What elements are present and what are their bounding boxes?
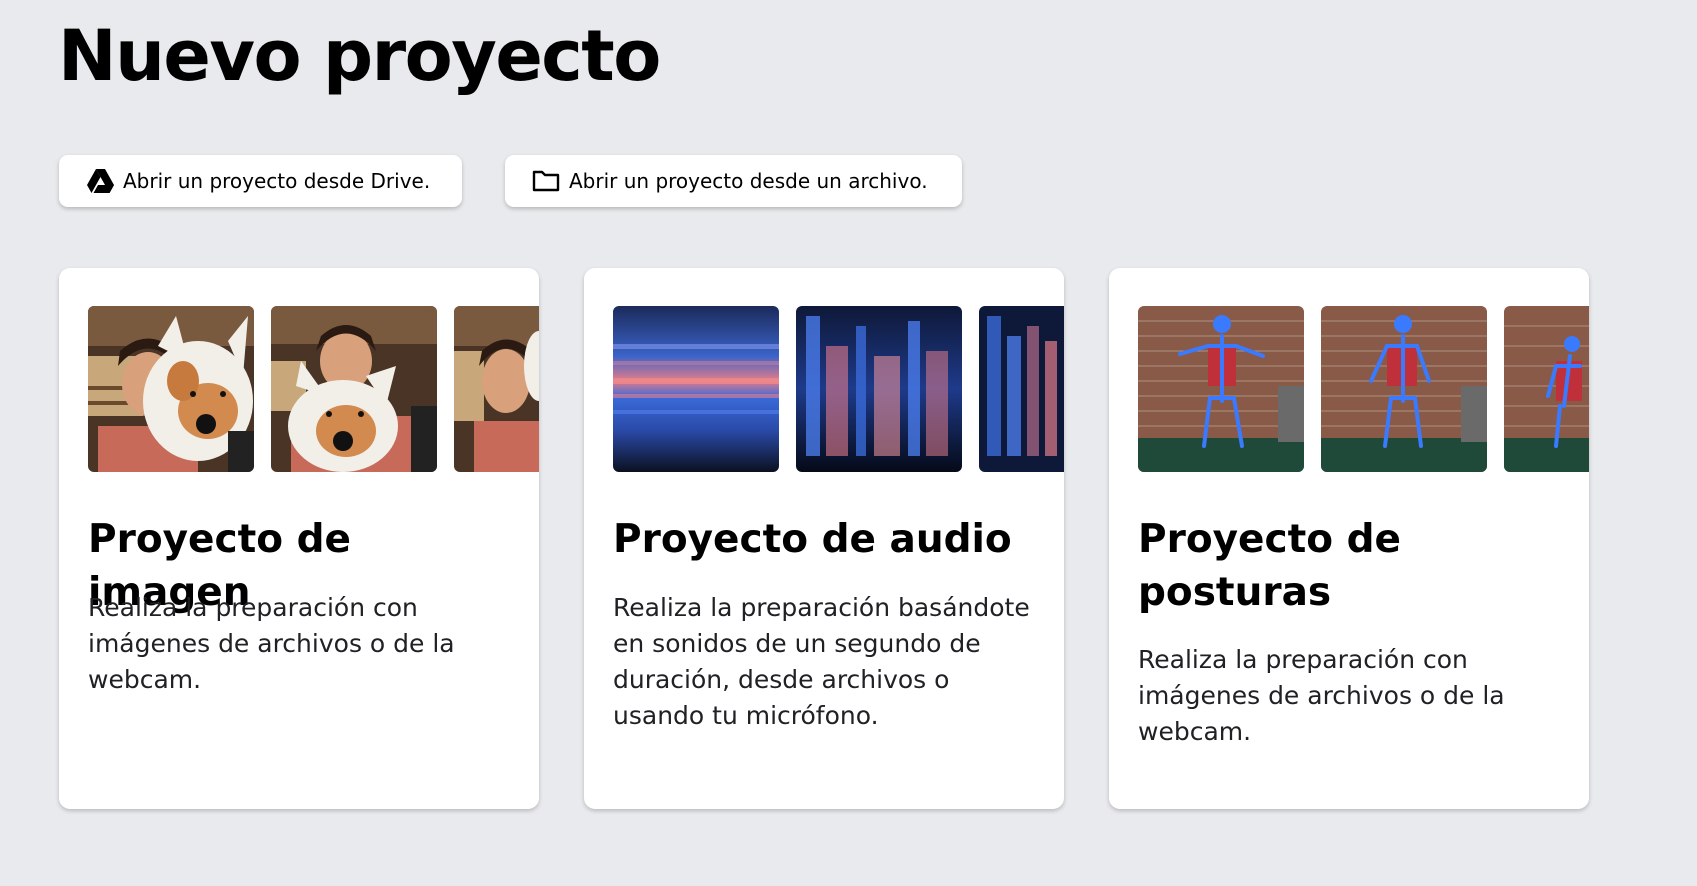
webcam-photo-thumbnail xyxy=(88,306,254,472)
spectrogram-thumbnail xyxy=(796,306,962,472)
pose-photo-thumbnail xyxy=(1504,306,1589,472)
open-from-drive-label: Abrir un proyecto desde Drive. xyxy=(123,169,431,193)
folder-icon xyxy=(532,168,560,194)
pose-photo-thumbnail xyxy=(1321,306,1487,472)
project-description: Realiza la preparación basándote en soni… xyxy=(613,593,1030,730)
project-description: Realiza la preparación con imágenes de a… xyxy=(1138,645,1505,746)
webcam-photo-thumbnail xyxy=(454,306,539,472)
image-project-card[interactable]: Proyecto de imagen Realiza la preparació… xyxy=(59,268,539,809)
open-from-file-label: Abrir un proyecto desde un archivo. xyxy=(569,169,928,193)
open-from-drive-button[interactable]: Abrir un proyecto desde Drive. xyxy=(59,155,462,207)
pose-photo-thumbnail xyxy=(1138,306,1304,472)
spectrogram-thumbnail xyxy=(613,306,779,472)
audio-project-card[interactable]: Proyecto de audio Realiza la preparación… xyxy=(584,268,1064,809)
audio-project-thumbnails xyxy=(613,306,1064,472)
page-title: Nuevo proyecto xyxy=(58,15,661,97)
open-from-file-button[interactable]: Abrir un proyecto desde un archivo. xyxy=(505,155,962,207)
webcam-photo-thumbnail xyxy=(271,306,437,472)
spectrogram-thumbnail xyxy=(979,306,1064,472)
pose-project-thumbnails xyxy=(1138,306,1589,472)
google-drive-icon xyxy=(86,168,114,194)
project-description: Realiza la preparación con imágenes de a… xyxy=(88,593,455,694)
project-title: Proyecto de audio xyxy=(613,517,1012,562)
image-project-thumbnails xyxy=(88,306,539,472)
project-title: Proyecto de posturas xyxy=(1138,517,1401,615)
pose-project-card[interactable]: Proyecto de posturas Realiza la preparac… xyxy=(1109,268,1589,809)
